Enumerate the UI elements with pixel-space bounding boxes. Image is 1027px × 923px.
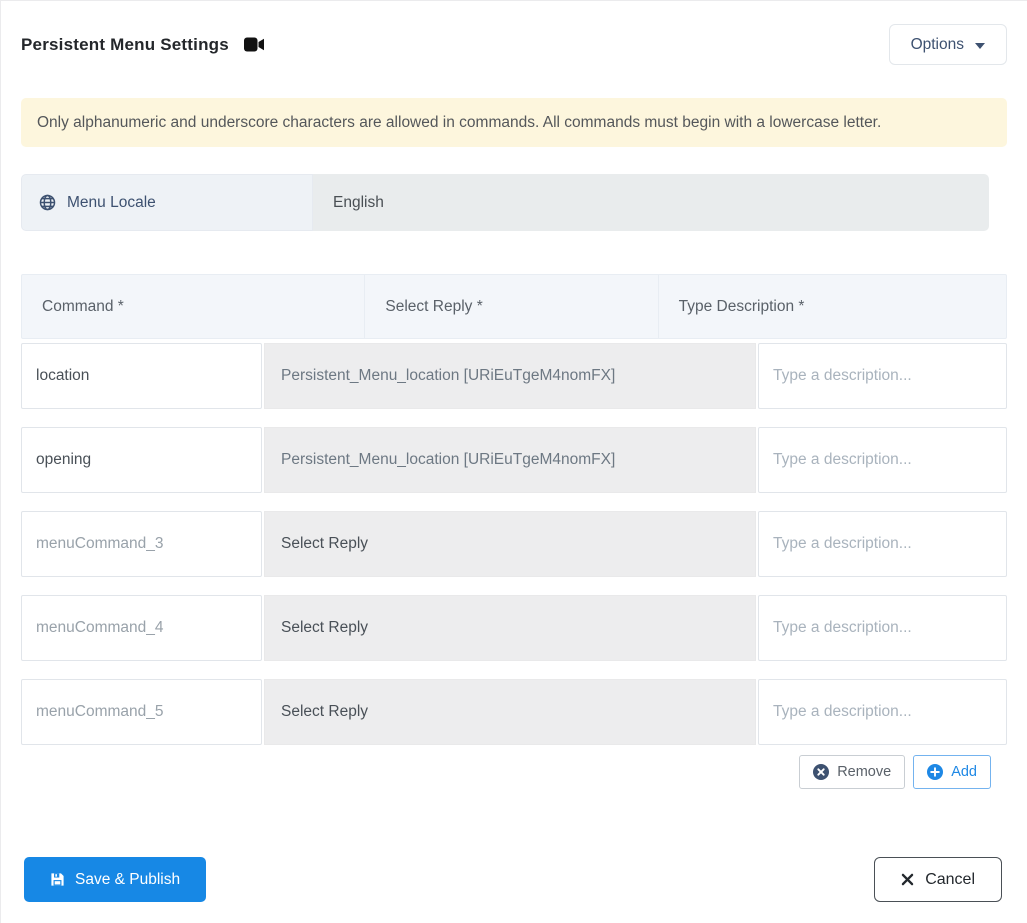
remove-button-label: Remove — [837, 764, 892, 780]
commands-table-header: Command * Select Reply * Type Descriptio… — [21, 274, 1007, 339]
cancel-button[interactable]: Cancel — [874, 857, 1002, 902]
save-publish-label: Save & Publish — [75, 870, 181, 888]
globe-icon — [39, 194, 56, 211]
table-row: Persistent_Menu_location [URiEuTgeM4nomF… — [21, 427, 1007, 493]
menu-locale-label: Menu Locale — [21, 174, 313, 231]
description-input[interactable] — [758, 679, 1007, 745]
select-reply-dropdown[interactable]: Select Reply — [264, 595, 756, 661]
remove-row-button[interactable]: Remove — [799, 755, 906, 789]
table-row: Persistent_Menu_location [URiEuTgeM4nomF… — [21, 343, 1007, 409]
banner-text: Only alphanumeric and underscore charact… — [37, 113, 882, 131]
command-input[interactable] — [21, 595, 262, 661]
command-input[interactable] — [21, 511, 262, 577]
row-actions: Remove Add — [21, 755, 991, 789]
add-row-button[interactable]: Add — [913, 755, 991, 789]
description-input[interactable] — [758, 511, 1007, 577]
chevron-down-icon — [975, 42, 985, 49]
command-input[interactable] — [21, 427, 262, 493]
select-reply-dropdown[interactable]: Persistent_Menu_location [URiEuTgeM4nomF… — [264, 427, 756, 493]
command-input[interactable] — [21, 343, 262, 409]
floppy-disk-icon — [50, 872, 65, 887]
table-row: Select Reply — [21, 595, 1007, 661]
table-row: Select Reply — [21, 511, 1007, 577]
page-title: Persistent Menu Settings — [21, 34, 229, 54]
card-footer: Save & Publish Cancel — [21, 857, 1007, 902]
description-input[interactable] — [758, 595, 1007, 661]
menu-locale-row: Menu Locale English — [21, 174, 989, 231]
persistent-menu-settings-card: Persistent Menu Settings Options Only al… — [1, 1, 1027, 902]
command-rules-banner: Only alphanumeric and underscore charact… — [21, 98, 1007, 147]
column-header-select-reply: Select Reply * — [365, 275, 659, 338]
table-row: Select Reply — [21, 679, 1007, 745]
select-reply-dropdown[interactable]: Select Reply — [264, 679, 756, 745]
command-input[interactable] — [21, 679, 262, 745]
description-input[interactable] — [758, 427, 1007, 493]
x-icon — [901, 873, 914, 886]
select-reply-dropdown[interactable]: Persistent_Menu_location [URiEuTgeM4nomF… — [264, 343, 756, 409]
description-input[interactable] — [758, 343, 1007, 409]
options-button[interactable]: Options — [888, 24, 1007, 65]
cancel-button-label: Cancel — [925, 870, 975, 888]
add-button-label: Add — [951, 764, 977, 780]
video-camera-icon[interactable] — [243, 37, 265, 52]
menu-locale-value: English — [333, 193, 384, 211]
column-header-command: Command * — [22, 275, 366, 338]
column-header-type-description: Type Description * — [678, 297, 805, 315]
menu-locale-label-text: Menu Locale — [67, 193, 156, 211]
save-publish-button[interactable]: Save & Publish — [24, 857, 207, 902]
menu-locale-select[interactable]: English — [313, 174, 989, 231]
select-reply-dropdown[interactable]: Select Reply — [264, 511, 756, 577]
card-header: Persistent Menu Settings Options — [21, 24, 1007, 65]
circle-plus-icon — [927, 764, 944, 780]
options-button-label: Options — [910, 35, 964, 53]
circle-x-icon — [813, 764, 830, 780]
